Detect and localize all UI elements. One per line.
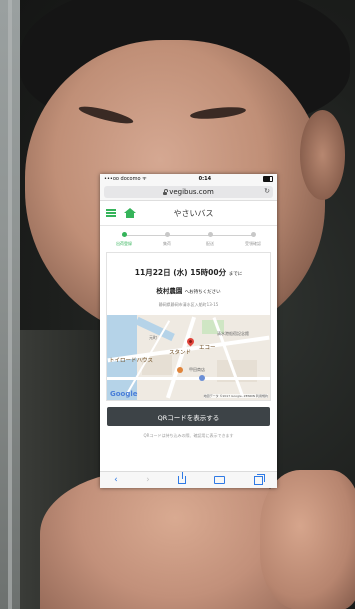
- url-field[interactable]: vegibus.com ↻: [104, 186, 273, 198]
- map-label: スタンド: [169, 350, 192, 356]
- share-icon[interactable]: [178, 472, 187, 484]
- step-receipt-confirmation: 受領確認: [235, 226, 271, 247]
- google-logo: Google: [110, 390, 138, 398]
- forward-icon[interactable]: ›: [146, 475, 150, 485]
- step-delivery: 配送: [192, 226, 228, 247]
- back-icon[interactable]: ‹: [114, 475, 118, 485]
- step-dot: [250, 232, 256, 237]
- step-pickup: 集荷: [149, 226, 185, 247]
- farm-wait-text: へお持ちください: [184, 290, 221, 295]
- tabs-icon[interactable]: [253, 473, 265, 485]
- map-road: [107, 377, 270, 380]
- step-label: 配送: [206, 241, 214, 246]
- map-poi-icon[interactable]: [199, 375, 205, 381]
- map-copyright[interactable]: 地図データ ©2017 Google, ZENRIN 利用規約: [203, 394, 268, 398]
- step-label: 受領確認: [245, 241, 261, 246]
- map-label: 甲田商店: [189, 367, 205, 372]
- step-dot: [207, 232, 213, 237]
- pickup-deadline-suffix: までに: [228, 272, 243, 277]
- farm-name: 枝村農園: [156, 287, 183, 295]
- background-wall: [0, 0, 20, 609]
- map-label: 元町: [149, 335, 157, 340]
- browser-url-bar: vegibus.com ↻: [100, 184, 277, 201]
- map-poi-icon[interactable]: [177, 367, 183, 373]
- step-shipment-registration: 出荷登録: [106, 226, 142, 247]
- map-label: エコー: [199, 345, 216, 351]
- show-qr-button[interactable]: QRコードを表示する: [107, 407, 270, 426]
- lock-icon: [163, 189, 168, 195]
- farm-address: 静岡県静岡市清水区入船町13-15: [158, 302, 219, 307]
- browser-toolbar: ‹ ›: [100, 471, 277, 488]
- app-header: やさいバス: [100, 201, 277, 226]
- person-hand-right: [260, 470, 355, 609]
- map[interactable]: スタンド エコー トイロードハウス 甲田商店 清水港船宿記念館 元町 Googl…: [107, 315, 270, 400]
- map-road: [212, 317, 245, 398]
- phone-screen: •••oo docomo ᯤ 0:14 vegibus.com ↻ やさいバス …: [100, 174, 277, 488]
- step-label: 出荷登録: [116, 241, 132, 246]
- step-dot: [164, 232, 170, 237]
- clock: 0:14: [198, 176, 212, 182]
- step-dot: [121, 232, 127, 237]
- farm-row: 枝村農園 へお持ちください: [107, 285, 270, 295]
- carrier-signal: •••oo docomo ᯤ: [104, 176, 147, 182]
- status-bar: •••oo docomo ᯤ 0:14: [100, 174, 277, 184]
- map-label: 清水港船宿記念館: [217, 331, 249, 336]
- pickup-datetime: 11月22日 (水) 15時00分 までに: [107, 267, 270, 278]
- bookmarks-icon[interactable]: [214, 476, 226, 484]
- hamburger-icon[interactable]: [106, 209, 116, 217]
- step-label: 集荷: [163, 241, 171, 246]
- battery-icon: [263, 176, 273, 182]
- map-label: トイロードハウス: [109, 358, 154, 364]
- home-icon[interactable]: [124, 208, 136, 218]
- pickup-card: 11月22日 (水) 15時00分 までに 枝村農園 へお持ちください 静岡県静…: [106, 252, 271, 401]
- reload-icon[interactable]: ↻: [264, 187, 270, 195]
- pickup-time: 15時00分: [190, 268, 227, 277]
- url-text: vegibus.com: [169, 188, 214, 196]
- app-title: やさいバス: [173, 208, 214, 218]
- person-ear: [300, 110, 345, 200]
- pickup-date: 11月22日 (水): [134, 268, 188, 277]
- progress-stepper: 出荷登録 集荷 配送 受領確認: [100, 226, 277, 252]
- qr-note: QRコードは持ち込みの際、確認用に表示できます: [143, 433, 234, 438]
